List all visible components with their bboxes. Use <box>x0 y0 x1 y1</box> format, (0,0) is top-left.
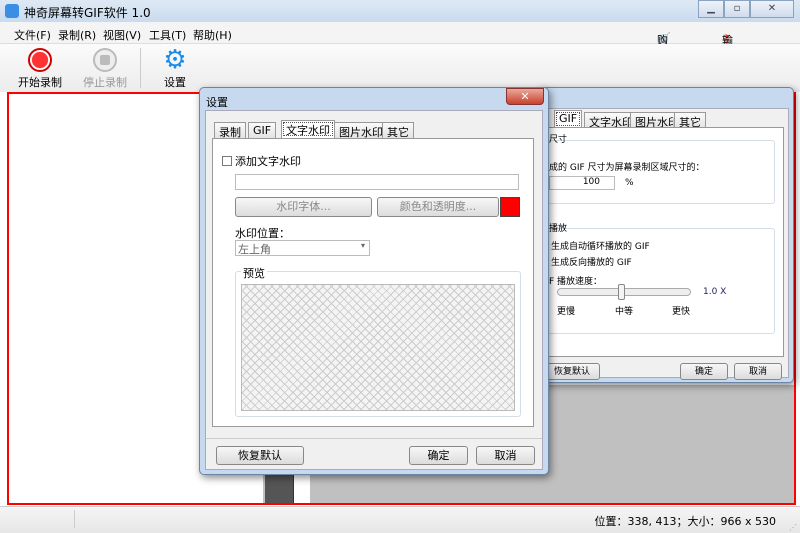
menu-bar: 文件(F) 录制(R) 视图(V) 工具(T) 帮助(H) 🛒购买软件 ⚷ 输入… <box>0 22 800 111</box>
gear-icon: ⚙ <box>163 45 187 75</box>
toolbar: 开始录制 停止录制 ⚙ 设置 <box>0 44 800 92</box>
color-opacity-button[interactable]: 颜色和透明度... <box>377 197 499 217</box>
background-settings-dialog: GIF 文字水印 图片水印 其它 尺寸 成的 GIF 尺寸为屏幕录制区域尺寸的：… <box>536 87 794 383</box>
window-title: 神奇屏幕转GIF软件 1.0 <box>24 6 151 20</box>
menu-help[interactable]: 帮助(H) <box>193 27 232 43</box>
watermark-text-input[interactable] <box>235 174 519 190</box>
resize-grip-icon[interactable]: ⋰ <box>789 523 797 532</box>
menu-file[interactable]: 文件(F) <box>14 27 51 43</box>
watermark-font-button[interactable]: 水印字体... <box>235 197 372 217</box>
size-percent-spinner[interactable]: 100 <box>549 176 615 190</box>
tab-text-watermark[interactable]: 文字水印 <box>281 120 335 138</box>
tab-image-watermark[interactable]: 图片水印 <box>334 122 388 139</box>
bg-restore-button[interactable]: 恢复默认 <box>544 363 600 380</box>
chevron-down-icon: ▾ <box>360 241 365 250</box>
status-bar: 位置：338, 413；大小：966 x 530 ⋰ <box>0 506 800 533</box>
status-text: 位置：338, 413；大小：966 x 530 <box>594 515 776 528</box>
reverse-checkbox[interactable]: 生成反向播放的 GIF <box>551 255 632 268</box>
app-icon <box>5 4 19 18</box>
checkbox-box <box>222 156 232 166</box>
dialog-title: 设置 <box>206 96 228 109</box>
settings-dialog: 设置 ✕ 录制 GIF 文字水印 图片水印 其它 添加文字水印 水印字体... … <box>199 87 549 475</box>
loop-checkbox[interactable]: 生成自动循环播放的 GIF <box>551 239 650 252</box>
start-record-button[interactable]: 开始录制 <box>10 48 70 90</box>
stop-record-button[interactable]: 停止录制 <box>75 48 135 90</box>
restore-defaults-button[interactable]: 恢复默认 <box>216 446 304 465</box>
watermark-preview <box>241 284 515 411</box>
record-icon <box>28 48 52 72</box>
menu-tools[interactable]: 工具(T) <box>149 27 186 43</box>
menu-record[interactable]: 录制(R) <box>58 27 96 43</box>
maximize-button[interactable]: ▫ <box>724 0 750 18</box>
position-select[interactable]: 左上角 ▾ <box>235 240 370 256</box>
stop-icon <box>93 48 117 72</box>
bg-tab-gif[interactable]: GIF <box>554 110 583 128</box>
bg-cancel-button[interactable]: 取消 <box>734 363 782 380</box>
add-watermark-checkbox[interactable]: 添加文字水印 <box>222 153 301 169</box>
tab-other[interactable]: 其它 <box>382 122 414 139</box>
speed-slider[interactable] <box>557 284 691 300</box>
ok-button[interactable]: 确定 <box>409 446 468 465</box>
title-bar: 神奇屏幕转GIF软件 1.0 ▁ ▫ ✕ <box>0 0 800 22</box>
settings-button[interactable]: ⚙ 设置 <box>145 45 205 90</box>
tab-record[interactable]: 录制 <box>214 122 246 139</box>
position-label: 水印位置： <box>235 227 290 240</box>
bg-tab-other[interactable]: 其它 <box>674 112 706 129</box>
cancel-button[interactable]: 取消 <box>476 446 535 465</box>
bg-ok-button[interactable]: 确定 <box>680 363 728 380</box>
minimize-button[interactable]: ▁ <box>698 0 724 18</box>
menu-view[interactable]: 视图(V) <box>103 27 141 43</box>
tab-gif[interactable]: GIF <box>248 122 277 138</box>
color-swatch[interactable] <box>500 197 520 217</box>
speed-slider-thumb[interactable] <box>618 284 625 300</box>
close-button[interactable]: ✕ <box>750 0 794 18</box>
dialog-close-button[interactable]: ✕ <box>506 88 544 105</box>
preview-label: 预览 <box>241 265 267 281</box>
